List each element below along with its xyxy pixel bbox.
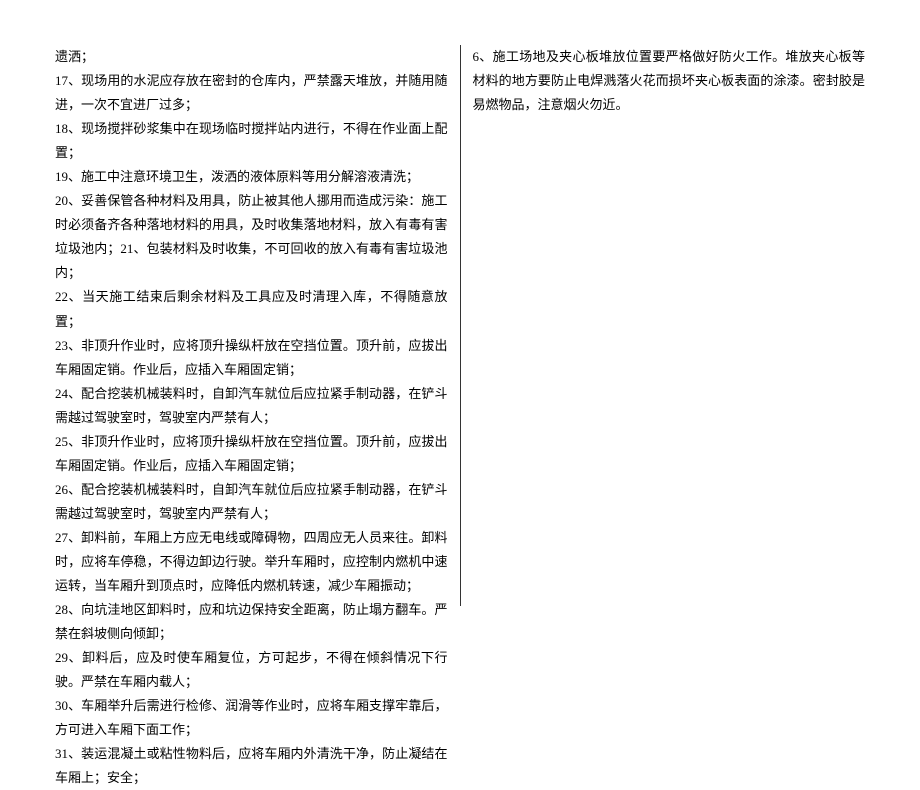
left-column: 遗洒； 17、现场用的水泥应存放在密封的仓库内，严禁露天堆放，并随用随进，一次不… (55, 45, 461, 606)
text-item: 31、装运混凝土或粘性物料后，应将车厢内外清洗干净，防止凝结在车厢上；安全； (55, 742, 448, 790)
text-item: 25、非顶升作业时，应将顶升操纵杆放在空挡位置。顶升前，应拔出车厢固定销。作业后… (55, 430, 448, 478)
text-item: 遗洒； (55, 45, 448, 69)
text-item: 28、向坑洼地区卸料时，应和坑边保持安全距离，防止塌方翻车。严禁在斜坡侧向倾卸； (55, 598, 448, 646)
text-item: 18、现场搅拌砂浆集中在现场临时搅拌站内进行，不得在作业面上配置； (55, 117, 448, 165)
text-item: 22、当天施工结束后剩余材料及工具应及时清理入库，不得随意放置； (55, 285, 448, 333)
text-item: 17、现场用的水泥应存放在密封的仓库内，严禁露天堆放，并随用随进，一次不宜进厂过… (55, 69, 448, 117)
text-item: 26、配合挖装机械装料时，自卸汽车就位后应拉紧手制动器，在铲斗需越过驾驶室时，驾… (55, 478, 448, 526)
right-column: 6、施工场地及夹心板堆放位置要严格做好防火工作。堆放夹心板等材料的地方要防止电焊… (461, 45, 866, 606)
text-item: 6、施工场地及夹心板堆放位置要严格做好防火工作。堆放夹心板等材料的地方要防止电焊… (473, 45, 866, 117)
text-item: 29、卸料后，应及时使车厢复位，方可起步，不得在倾斜情况下行驶。严禁在车厢内载人… (55, 646, 448, 694)
text-item: 23、非顶升作业时，应将顶升操纵杆放在空挡位置。顶升前，应拔出车厢固定销。作业后… (55, 334, 448, 382)
text-item: 27、卸料前，车厢上方应无电线或障碍物，四周应无人员来往。卸料时，应将车停稳，不… (55, 526, 448, 598)
text-item: 20、妥善保管各种材料及用具，防止被其他人挪用而造成污染：施工时必须备齐各种落地… (55, 189, 448, 285)
text-item: 24、配合挖装机械装料时，自卸汽车就位后应拉紧手制动器，在铲斗需越过驾驶室时，驾… (55, 382, 448, 430)
text-item: 19、施工中注意环境卫生，泼洒的液体原料等用分解溶液清洗； (55, 165, 448, 189)
text-item: 30、车厢举升后需进行检修、润滑等作业时，应将车厢支撑牢靠后，方可进入车厢下面工… (55, 694, 448, 742)
